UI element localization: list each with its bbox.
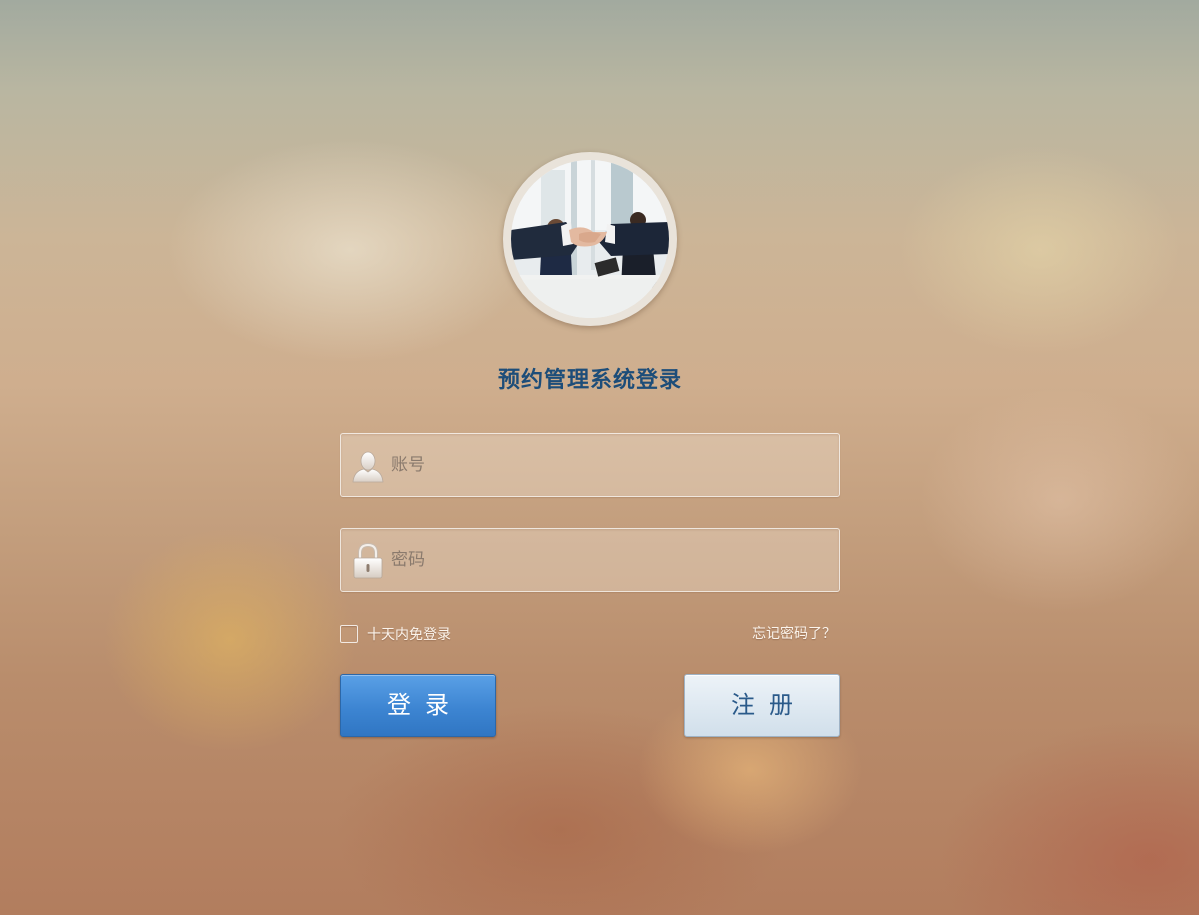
remember-me[interactable]: 十天内免登录 <box>340 623 451 645</box>
username-field[interactable] <box>340 433 840 497</box>
remember-label: 十天内免登录 <box>367 627 451 643</box>
forgot-password-link[interactable]: 忘记密码了？ <box>752 623 836 645</box>
page-title: 预约管理系统登录 <box>497 368 682 393</box>
avatar-handshake-photo <box>503 152 677 326</box>
password-input[interactable] <box>391 529 831 591</box>
login-button[interactable]: 登录 <box>340 674 496 737</box>
user-icon <box>352 451 384 483</box>
handshake-photo <box>511 160 669 318</box>
lock-icon <box>353 543 383 579</box>
remember-checkbox[interactable] <box>340 625 358 643</box>
register-button[interactable]: 注册 <box>684 674 840 737</box>
password-field[interactable] <box>340 528 840 592</box>
username-input[interactable] <box>391 434 831 496</box>
